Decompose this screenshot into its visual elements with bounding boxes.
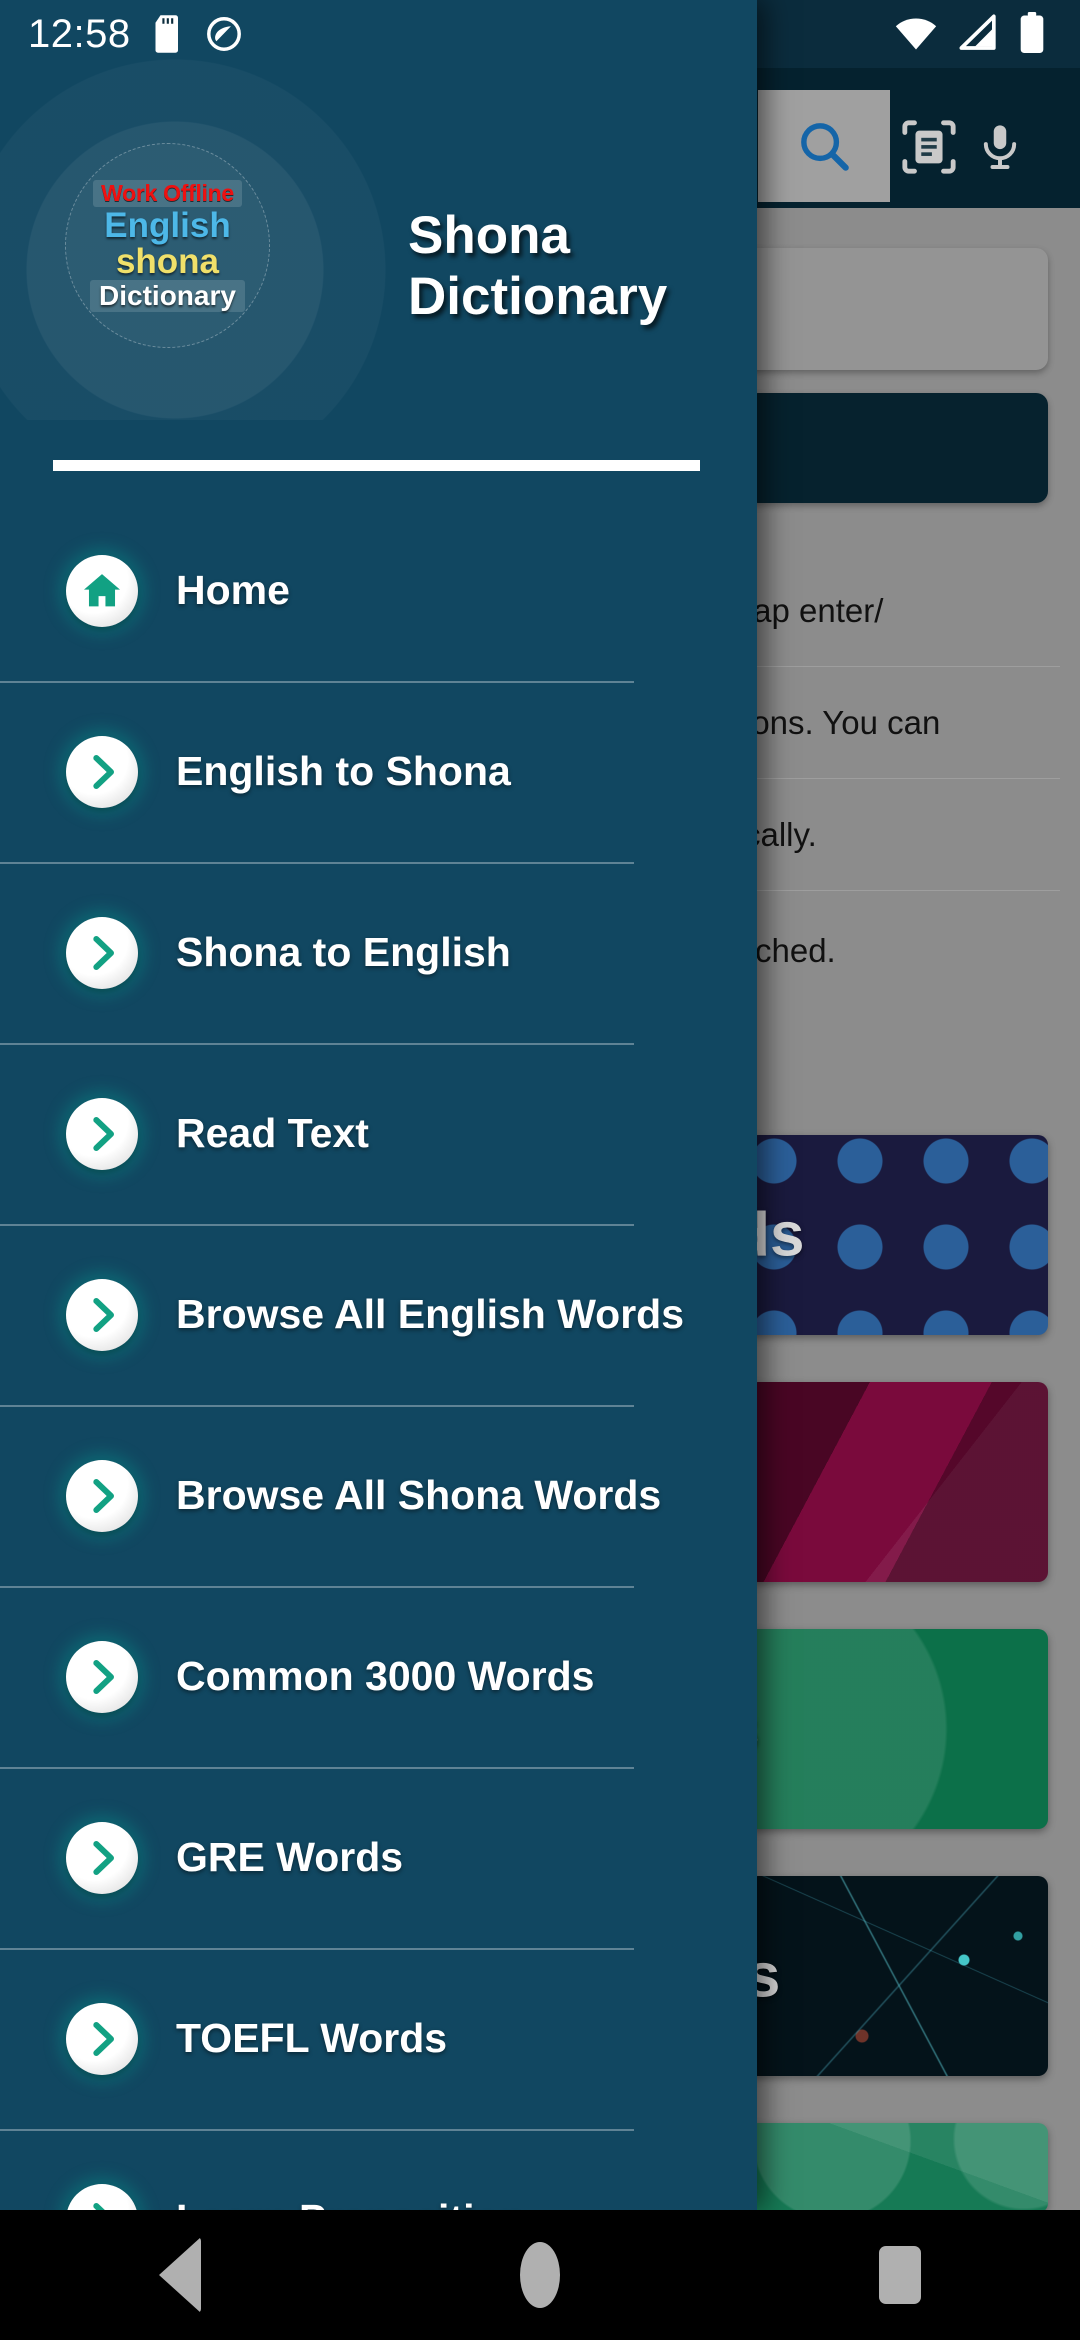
background-tile[interactable] — [748, 2123, 1048, 2213]
home-button[interactable] — [460, 2210, 620, 2340]
sidebar-item-label: TOEFL Words — [176, 2015, 448, 2061]
chevron-right-icon — [66, 1278, 138, 1351]
chevron-right-icon — [66, 1459, 138, 1532]
sidebar-item-label: Shona to English — [176, 929, 511, 975]
sidebar-item-label: Browse All Shona Words — [176, 1472, 662, 1518]
drawer-header-divider — [53, 460, 700, 471]
sidebar-item-label: Read Text — [176, 1110, 369, 1156]
tip-text: ions. You can — [744, 703, 941, 741]
sidebar-item-label: Learn Preposition — [176, 2196, 525, 2210]
sidebar-item-common-3000-words[interactable]: Common 3000 Words — [0, 1586, 757, 1767]
drawer-menu: Home English to Shona Shona to English R… — [0, 500, 757, 2210]
chevron-right-icon — [66, 916, 138, 989]
logo-shona: shona — [115, 241, 220, 281]
sidebar-item-label: Home — [176, 567, 290, 613]
drawer-header: Work Offline English shona Dictionary Sh… — [0, 0, 757, 471]
logo-english: English — [104, 205, 231, 245]
background-tile[interactable]: rds — [748, 1135, 1048, 1335]
sidebar-item-read-text[interactable]: Read Text — [0, 1043, 757, 1224]
sidebar-item-label: Common 3000 Words — [176, 1653, 595, 1699]
back-triangle-icon — [159, 2237, 201, 2313]
background-tile[interactable]: ls — [748, 1629, 1048, 1829]
document-scan-icon[interactable] — [900, 118, 958, 176]
search-button[interactable] — [758, 90, 890, 202]
sidebar-item-label: GRE Words — [176, 1834, 404, 1880]
home-icon — [66, 554, 138, 627]
drawer-title-line-2: Dictionary — [408, 267, 668, 327]
sidebar-item-gre-words[interactable]: GRE Words — [0, 1767, 757, 1948]
tip-row: cally. — [730, 779, 1060, 891]
logo-work-offline: Work Offline — [93, 179, 242, 207]
sidebar-item-toefl-words[interactable]: TOEFL Words — [0, 1948, 757, 2129]
sidebar-item-label: English to Shona — [176, 748, 511, 794]
sidebar-item-browse-all-shona-words[interactable]: Browse All Shona Words — [0, 1405, 757, 1586]
sidebar-item-home[interactable]: Home — [0, 500, 757, 681]
sidebar-item-shona-to-english[interactable]: Shona to English — [0, 862, 757, 1043]
tip-text: tap enter/ — [744, 591, 884, 629]
chevron-right-icon — [66, 1640, 138, 1713]
back-button[interactable] — [100, 2210, 260, 2340]
chevron-right-icon — [66, 735, 138, 808]
tip-row: rched. — [730, 891, 1060, 1011]
sidebar-item-browse-all-english-words[interactable]: Browse All English Words — [0, 1224, 757, 1405]
microphone-icon[interactable] — [975, 116, 1025, 178]
chevron-right-icon — [66, 2183, 138, 2210]
recents-square-icon — [879, 2246, 921, 2304]
android-navigation-bar — [0, 2210, 1080, 2340]
tip-text: rched. — [744, 932, 836, 969]
sidebar-item-learn-preposition[interactable]: Learn Preposition — [0, 2129, 757, 2210]
sidebar-item-label: Browse All English Words — [176, 1291, 685, 1337]
tip-row: ions. You can — [730, 667, 1060, 779]
navigation-drawer: Work Offline English shona Dictionary Sh… — [0, 0, 757, 2210]
tip-row: tap enter/ — [730, 555, 1060, 667]
background-card-header — [746, 393, 1048, 503]
drawer-title: Shona Dictionary — [408, 205, 667, 328]
logo-dictionary: Dictionary — [90, 279, 245, 312]
app-logo: Work Offline English shona Dictionary — [65, 143, 270, 348]
drawer-title-line-1: Shona — [408, 206, 570, 265]
recents-button[interactable] — [820, 2210, 980, 2340]
background-tile[interactable] — [748, 1382, 1048, 1582]
background-card-top[interactable] — [746, 248, 1048, 370]
phone-screen: tap enter/ ions. You can cally. rched. r… — [0, 0, 1080, 2340]
chevron-right-icon — [66, 2002, 138, 2075]
search-icon — [801, 123, 849, 171]
background-tile[interactable]: ns — [748, 1876, 1048, 2076]
sidebar-item-english-to-shona[interactable]: English to Shona — [0, 681, 757, 862]
home-circle-icon — [520, 2242, 560, 2308]
chevron-right-icon — [66, 1821, 138, 1894]
chevron-right-icon — [66, 1097, 138, 1170]
